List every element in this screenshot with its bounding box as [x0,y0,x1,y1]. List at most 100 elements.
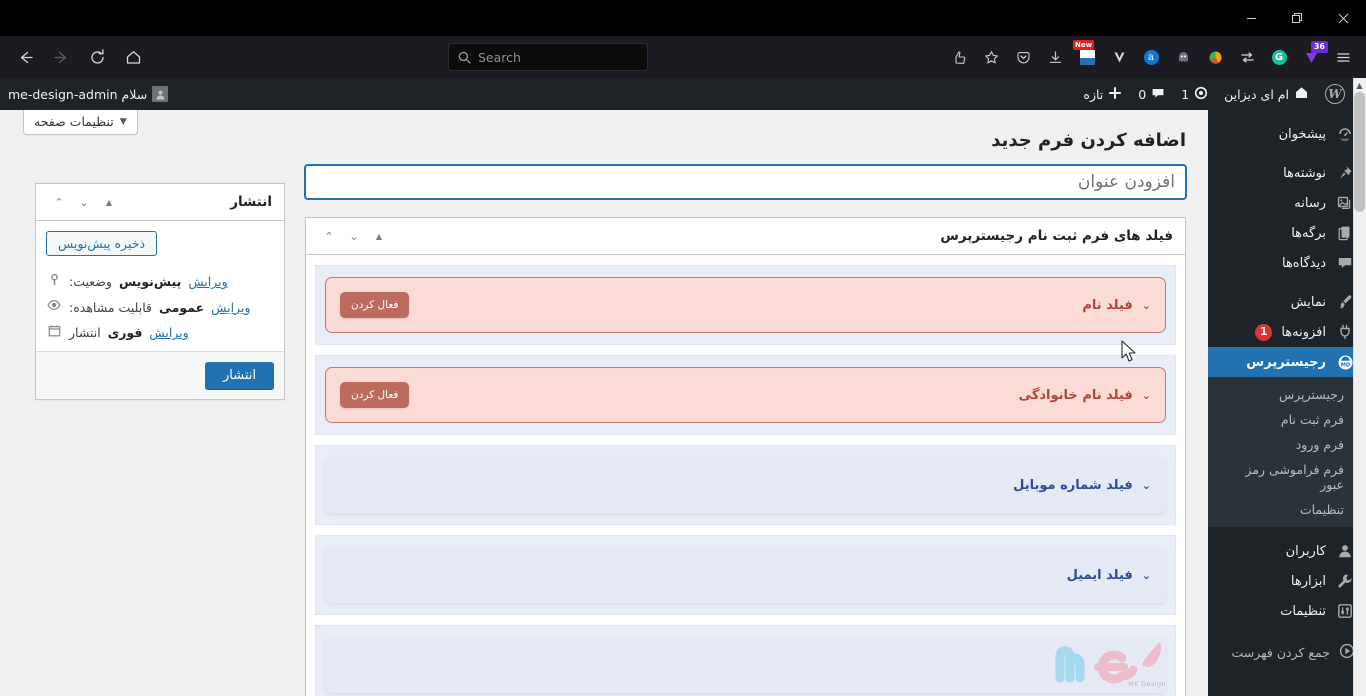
plus-icon [1108,86,1122,103]
visibility-label: قابلیت مشاهده: [69,299,152,315]
minimize-button[interactable] [1228,0,1274,36]
submenu-item-settings[interactable]: تنظیمات [1208,497,1366,522]
sidebar-label-appearance: نمایش [1290,294,1326,310]
chevron-up-icon[interactable]: ⌃ [318,222,340,250]
chevron-down-icon[interactable]: ⌄ [1142,299,1151,312]
pages-icon [1335,223,1355,243]
updates-icon [1194,86,1208,103]
proxy-extension-icon[interactable] [1232,42,1262,72]
app-menu-icon[interactable] [1328,42,1358,72]
chevron-down-icon[interactable]: ⌄ [1142,389,1151,402]
page-title: اضافه کردن فرم جدید [991,130,1186,151]
adminbar-site-name[interactable]: ام ای دیزاین [1216,78,1317,110]
close-window-button[interactable] [1320,0,1366,36]
field-group-email: ⌄ فیلد ایمیل [315,535,1176,616]
field-row-name[interactable]: ⌄ فیلد نام فعال کردن [325,277,1166,334]
order-higher-icon[interactable]: ▲ [98,188,120,216]
adminbar-wp-logo[interactable]: W [1317,78,1353,110]
adminbar-comments[interactable]: 0 [1130,78,1173,110]
page-scrollbar[interactable]: ▲ [1353,78,1366,696]
sidebar-item-users[interactable]: کاربران [1208,536,1366,566]
sidebar-item-plugins[interactable]: افزونه‌ها 1 [1208,317,1366,347]
field-row-mobile-label: فیلد شماره موبایل [1013,477,1133,493]
adminbar-my-account[interactable]: سلام me-design-admin [0,78,176,110]
chevron-down-icon[interactable]: ⌄ [1142,569,1151,582]
calendar-icon [46,324,62,341]
scrollbar-thumb[interactable] [1354,92,1365,212]
sidebar-item-pages[interactable]: برگه‌ها [1208,218,1366,248]
adminbar-updates[interactable]: 1 [1173,78,1216,110]
field-row-name-label-wrap: ⌄ فیلد نام [1082,298,1151,313]
forward-button[interactable] [44,41,78,73]
sidebar-label-comments: دیدگاه‌ها [1281,255,1326,271]
comment-icon [1151,86,1165,103]
chevron-up-icon[interactable]: ⌃ [48,188,70,216]
maximize-restore-button[interactable] [1274,0,1320,36]
sidebar-label-dashboard: پیشخوان [1278,126,1326,142]
reload-button[interactable] [80,41,114,73]
save-draft-button[interactable]: ذخیره پیش‌نویس [46,231,158,257]
plugins-icon [1335,322,1355,342]
activate-field-name-button[interactable]: فعال کردن [340,292,410,319]
major-publishing-actions: انتشار [36,351,284,400]
pocket-save-icon[interactable] [1008,42,1038,72]
sidebar-item-comments[interactable]: دیدگاه‌ها [1208,248,1366,278]
post-body-main-column: فیلد های فرم ثبت نام رجیسترپرس ▲ ⌄ ⌃ [305,165,1186,696]
field-row-mobile[interactable]: ⌄ فیلد شماره موبایل [325,457,1166,514]
scrollbar-up-arrow[interactable]: ▲ [1353,78,1366,92]
comments-count: 0 [1138,86,1147,102]
adblock-extension-icon[interactable]: a [1136,42,1166,72]
submenu-item-login-form[interactable]: فرم ورود [1208,432,1366,457]
ghostery-extension-icon[interactable] [1168,42,1198,72]
downloads-icon[interactable] [1040,42,1070,72]
status-value: پیش‌نویس [118,274,182,290]
sidebar-item-dashboard[interactable]: پیشخوان [1208,119,1366,149]
sidebar-item-media[interactable]: رسانه [1208,188,1366,218]
edit-status-link[interactable]: ویرایش [188,274,227,289]
back-button[interactable] [8,41,42,73]
home-button[interactable] [116,41,150,73]
sidebar-label-pages: برگه‌ها [1291,225,1326,241]
vidiq-extension-icon[interactable] [1104,42,1134,72]
field-row-email[interactable]: ⌄ فیلد ایمیل [325,547,1166,604]
order-higher-icon[interactable]: ▲ [368,222,390,250]
pocket-share-icon[interactable] [944,42,974,72]
chevron-down-icon[interactable]: ⌄ [343,222,365,250]
submenu-item-registration-form[interactable]: فرم ثبت نام [1208,407,1366,432]
grammarly-extension-icon[interactable]: G [1264,42,1294,72]
edit-visibility-link[interactable]: ویرایش [211,300,250,315]
submenu-item-registerpress[interactable]: رجیسترپرس [1208,382,1366,407]
menu-top-spacer [1208,110,1366,119]
adminbar-account-group: سلام me-design-admin [0,78,176,110]
news-extension-icon[interactable]: New [1072,40,1102,72]
urlbar-zone: Search [152,43,944,71]
sidebar-item-posts[interactable]: نوشته‌ها [1208,158,1366,188]
collapse-menu-button[interactable]: جمع کردن فهرست [1208,635,1366,669]
publish-postbox-inside: ذخیره پیش‌نویس ویرایش پیش‌نویس وضعیت: [36,221,284,400]
field-row-lastname[interactable]: ⌄ فیلد نام خانوادگی فعال کردن [325,367,1166,424]
schedule-value: فوری [107,325,143,341]
search-input[interactable]: Search [448,43,648,71]
me-design-watermark-text: ME Design [1128,680,1166,688]
visibility-value: عمومی [159,299,205,315]
chevron-down-icon[interactable]: ⌄ [1142,479,1151,492]
sidebar-item-appearance[interactable]: نمایش [1208,287,1366,317]
publish-button[interactable]: انتشار [205,362,274,390]
settings-sliders-icon [1335,601,1355,621]
edit-schedule-link[interactable]: ویرایش [149,325,188,340]
publish-postbox-header: انتشار ▲ ⌄ ⌃ [36,184,284,222]
purple-extension-icon[interactable]: 36 [1296,41,1328,72]
sidebar-item-registerpress[interactable]: MD رجیسترپرس [1208,347,1366,377]
adminbar-new-content[interactable]: تازه [1075,78,1130,110]
chevron-down-icon[interactable]: ⌄ [73,188,95,216]
field-row-next[interactable] [325,637,1166,694]
submenu-item-forgot-password-form[interactable]: فرم فراموشی رمز عبور [1208,457,1366,497]
sidebar-item-settings[interactable]: تنظیمات [1208,596,1366,626]
screen-options-button[interactable]: ▼ تنظیمات صفحه [23,110,138,135]
activate-field-lastname-button[interactable]: فعال کردن [340,382,410,409]
post-title-input[interactable] [305,165,1186,200]
idm-extension-icon[interactable] [1200,42,1230,72]
bookmark-star-icon[interactable] [976,42,1006,72]
sidebar-item-tools[interactable]: ابزارها [1208,566,1366,596]
fields-postbox-inside: ⌄ فیلد نام فعال کردن ⌄ فیلد نام خانوادگی… [306,255,1185,696]
